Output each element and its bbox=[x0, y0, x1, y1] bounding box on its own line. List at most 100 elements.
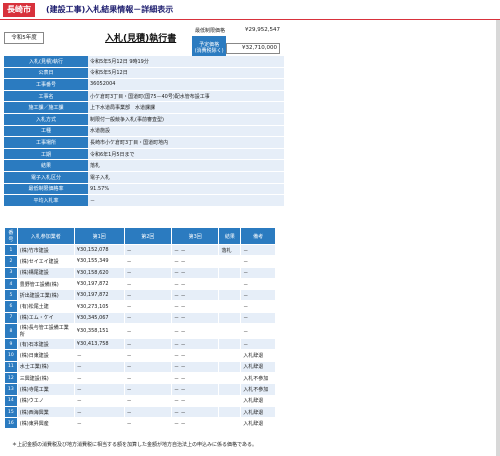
round1-amount: ¥30,197,872 bbox=[73, 289, 125, 302]
price-box: 最低制限価格 ¥29,952,547 予定価格 (消費税除く) ¥32,710,… bbox=[192, 24, 280, 60]
info-value: 長崎市小ケ倉町3丁目・国道町地内 bbox=[88, 136, 284, 149]
round2-amount: － bbox=[123, 349, 173, 362]
bidder-name[interactable]: (株)長与管工設備工業所 bbox=[16, 323, 75, 340]
footnote: ＊上記金額の消費税及び地方消費税に相当する額を加算した金額が地方自治法上の申込み… bbox=[12, 442, 257, 448]
round2-amount: － bbox=[123, 417, 173, 430]
round3-amount: － － bbox=[170, 371, 220, 385]
col-round1: 第1回 bbox=[73, 227, 125, 245]
bid-row: 7 (株)エム・ケイ ¥30,345,067 －－ －－ bbox=[4, 311, 276, 325]
bidder-name[interactable]: (株)エム・ケイ bbox=[16, 311, 75, 325]
round3-amount: － － bbox=[170, 266, 220, 279]
note-cell: － bbox=[240, 243, 276, 257]
round1-amount: － bbox=[73, 383, 125, 396]
round3-amount: － － bbox=[170, 338, 220, 351]
bid-row: 4 豊野管工設備(株) ¥30,197,872 －－ －－ bbox=[4, 277, 276, 291]
info-row: 入札(見積)執行 令和5年5月12日 9時19分 bbox=[4, 56, 284, 68]
round2-amount: － bbox=[123, 255, 173, 268]
round2-amount: － bbox=[123, 243, 173, 257]
city-badge[interactable]: 長崎市 bbox=[3, 3, 35, 17]
bidder-name[interactable]: (株)寺尾工業 bbox=[16, 383, 75, 396]
bid-row: 14 (株)ウエノ－－－ －入札辞退 bbox=[4, 394, 276, 407]
info-row: 施工課／施工課 上下水道局事業部 水道課課 bbox=[4, 101, 284, 114]
round1-amount: － bbox=[73, 371, 125, 385]
round3-amount: － － bbox=[170, 360, 220, 373]
bid-no: 6 bbox=[4, 300, 18, 313]
bidder-name[interactable]: (株)日東建設 bbox=[16, 349, 75, 362]
note-cell: － bbox=[240, 338, 276, 351]
bid-row: 10 (株)日東建設－－－ －入札辞退 bbox=[4, 349, 276, 362]
bid-no: 1 bbox=[4, 243, 18, 257]
round2-amount: － bbox=[123, 323, 173, 340]
round2-amount: － bbox=[123, 405, 173, 419]
round3-amount: － － bbox=[170, 394, 220, 407]
info-row: 入札方式 制限付一般競争入札(事前審査型) bbox=[4, 113, 284, 126]
note-cell: 入札不参加 bbox=[240, 371, 276, 385]
bid-table-header: 番号 入札参加業者 第1回 第2回 第3回 結果 備考 bbox=[4, 227, 276, 245]
bid-no: 12 bbox=[4, 371, 18, 385]
info-row: 公表日 令和5年5月12日 bbox=[4, 67, 284, 80]
bidder-name[interactable]: (株)竹市建設 bbox=[16, 243, 75, 257]
bidder-name[interactable]: (株)西海興業 bbox=[16, 405, 75, 419]
round3-amount: － － bbox=[170, 289, 220, 302]
round2-amount: － bbox=[123, 394, 173, 407]
info-value: 91.57% bbox=[88, 183, 284, 196]
info-label: 工期 bbox=[4, 148, 88, 161]
bid-no: 13 bbox=[4, 383, 18, 396]
bidder-name[interactable]: (有)石本建設 bbox=[16, 338, 75, 351]
result-cell bbox=[218, 266, 242, 279]
note-cell: － bbox=[240, 255, 276, 268]
bidder-name[interactable]: 折出建設工業(株) bbox=[16, 289, 75, 302]
round3-amount: － － bbox=[170, 311, 220, 325]
fiscal-year-label: 令和5年度 bbox=[4, 32, 44, 44]
info-value: 制限付一般競争入札(事前審査型) bbox=[88, 113, 284, 126]
round1-amount: － bbox=[73, 417, 125, 430]
round1-amount: ¥30,197,872 bbox=[73, 277, 125, 291]
info-label: 結果 bbox=[4, 159, 88, 172]
result-cell bbox=[218, 300, 242, 313]
info-value: 令和5年5月12日 bbox=[88, 67, 284, 80]
info-row: 最低制限価格率 91.57% bbox=[4, 183, 284, 196]
round1-amount: ¥30,155,349 bbox=[73, 255, 125, 268]
round3-amount: － － bbox=[170, 255, 220, 268]
estimate-label-line2: (消費税除く) bbox=[194, 48, 224, 54]
round1-amount: － bbox=[73, 349, 125, 362]
top-bar: 長崎市 (建設工事)入札結果情報－詳細表示 bbox=[0, 0, 500, 20]
note-cell: 入札不参加 bbox=[240, 383, 276, 396]
bidder-name[interactable]: (有)松尾土建 bbox=[16, 300, 75, 313]
info-label: 工種 bbox=[4, 125, 88, 138]
info-row: 工事番号 36052004 bbox=[4, 78, 284, 91]
tender-info-table: 入札(見積)執行 令和5年5月12日 9時19分 公表日 令和5年5月12日 工事番号 3… bbox=[4, 56, 284, 207]
bid-row: 1 (株)竹市建設 ¥30,152,078 －－ －落札－ bbox=[4, 243, 276, 257]
bid-row: 15 (株)西海興業－－－ －入札辞退 bbox=[4, 405, 276, 419]
result-cell bbox=[218, 371, 242, 385]
result-cell bbox=[218, 255, 242, 268]
bidder-name[interactable]: (株)構尾建設 bbox=[16, 266, 75, 279]
info-value: 36052004 bbox=[88, 78, 284, 91]
bid-row: 2 (株)セイエイ建設 ¥30,155,349 －－ －－ bbox=[4, 255, 276, 268]
bidder-name[interactable]: (株)ウエノ bbox=[16, 394, 75, 407]
bid-row: 12 三興建設(株) －－－ －入札不参加 bbox=[4, 371, 276, 385]
bidder-name[interactable]: (株)東昇興産 bbox=[16, 417, 75, 430]
bid-row: 5 折出建設工業(株) ¥30,197,872 －－ －－ bbox=[4, 289, 276, 302]
bid-no: 5 bbox=[4, 289, 18, 302]
col-note: 備考 bbox=[240, 227, 276, 245]
note-cell: － bbox=[240, 289, 276, 302]
round2-amount: － bbox=[123, 289, 173, 302]
info-value: 小ケ倉町3丁目・国道町(国75－40号)配水管布設工事 bbox=[88, 90, 284, 103]
bid-no: 4 bbox=[4, 277, 18, 291]
info-row: 平均入札率－ bbox=[4, 194, 284, 207]
round3-amount: － － bbox=[170, 349, 220, 362]
bidder-name[interactable]: 三興建設(株) bbox=[16, 371, 75, 385]
bid-no: 14 bbox=[4, 394, 18, 407]
info-row: 工事名 小ケ倉町3丁目・国道町(国75－40号)配水管布設工事 bbox=[4, 90, 284, 103]
round1-amount: － bbox=[73, 394, 125, 407]
info-value: 電子入札 bbox=[88, 171, 284, 184]
round1-amount: ¥30,152,078 bbox=[73, 243, 125, 257]
info-label: 工事名 bbox=[4, 90, 88, 103]
bidder-name[interactable]: 豊野管工設備(株) bbox=[16, 277, 75, 291]
round2-amount: － bbox=[123, 311, 173, 325]
bidder-name[interactable]: (株)セイエイ建設 bbox=[16, 255, 75, 268]
bidder-name[interactable]: 水士工業(株) bbox=[16, 360, 75, 373]
info-label: 工事場所 bbox=[4, 136, 88, 149]
info-value: － bbox=[88, 194, 284, 207]
